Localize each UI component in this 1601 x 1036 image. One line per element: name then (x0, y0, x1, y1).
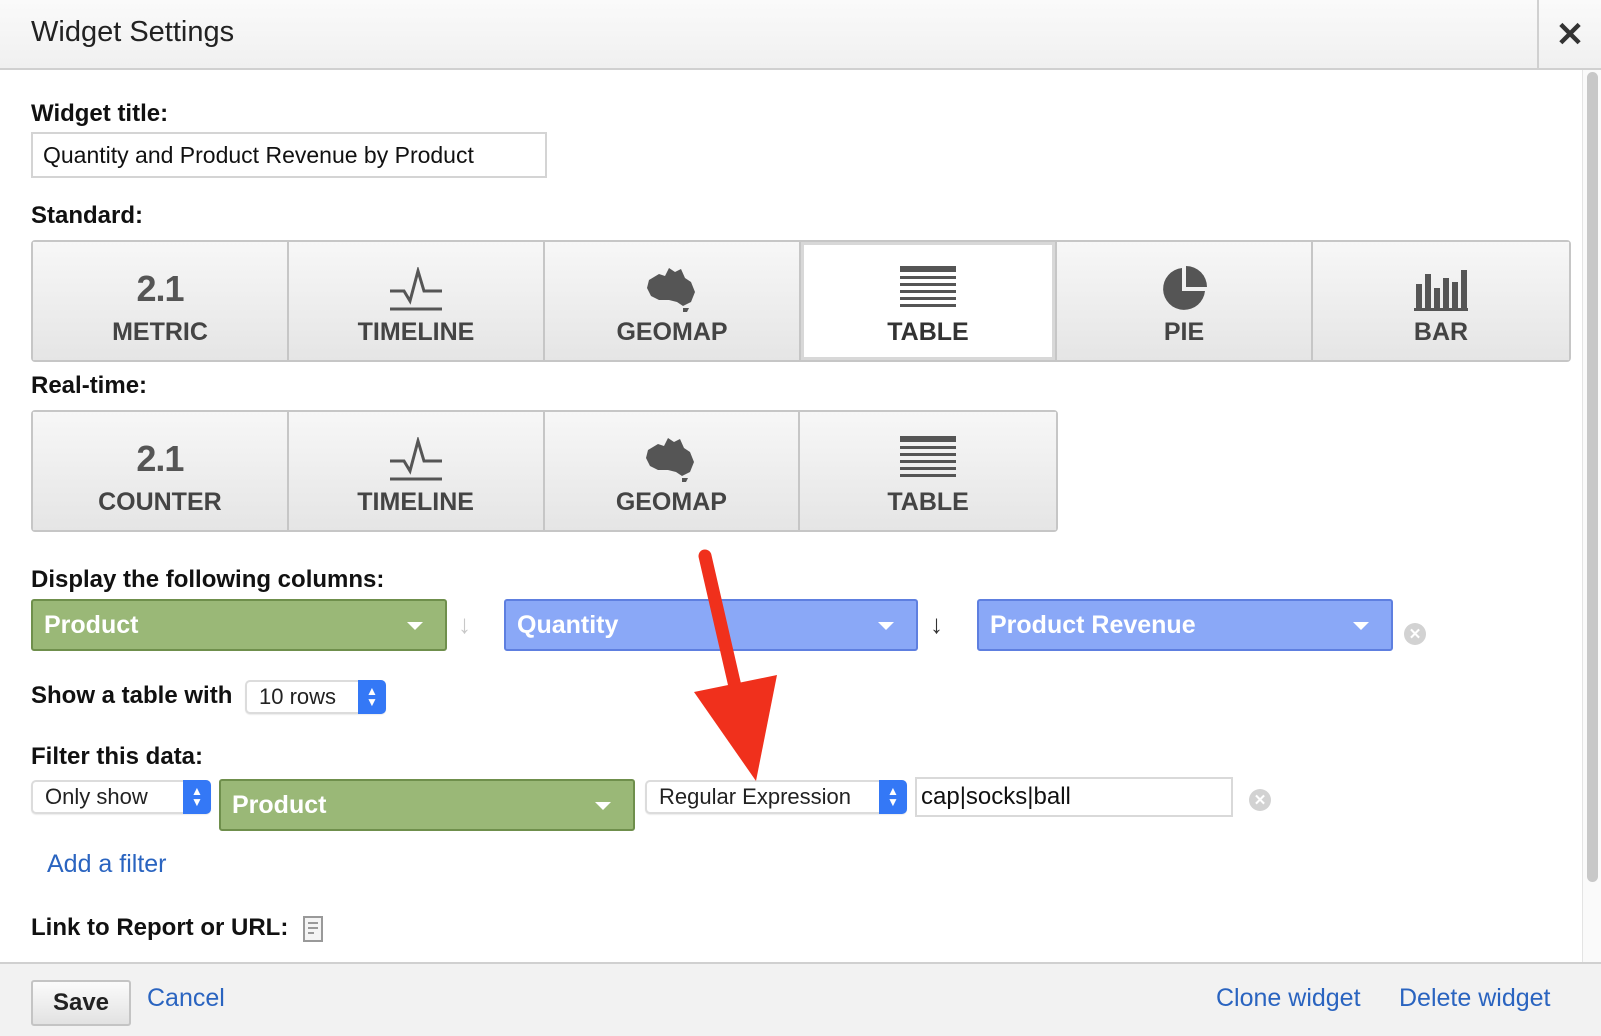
save-button[interactable]: Save (31, 980, 131, 1026)
sort-arrow-icon[interactable]: ↓ (930, 609, 943, 640)
rows-label: Show a table with (31, 682, 233, 709)
tile-standard-metric[interactable]: 2.1 METRIC (33, 242, 289, 360)
tile-label: GEOMAP (615, 488, 727, 516)
scrollbar-thumb[interactable] (1587, 72, 1598, 882)
close-button[interactable]: ✕ (1537, 0, 1601, 70)
filter-mode-value: Only show (45, 784, 148, 809)
dialog-title: Widget Settings (31, 16, 235, 48)
clone-widget-link[interactable]: Clone widget (1216, 984, 1361, 1013)
widget-title-input[interactable] (31, 132, 547, 178)
tile-label: TIMELINE (357, 318, 475, 346)
link-label: Link to Report or URL: (31, 914, 289, 941)
tile-realtime-geomap[interactable]: GEOMAP (544, 412, 801, 530)
filter-match-value: Regular Expression (659, 784, 851, 809)
geomap-icon (647, 268, 695, 312)
dialog-header: Widget Settings ✕ (0, 0, 1601, 70)
tile-realtime-counter[interactable]: 2.1 COUNTER (33, 412, 289, 530)
counter-icon: 2.1 (136, 438, 184, 479)
column-dropdown-quantity[interactable]: Quantity (504, 599, 918, 651)
tile-realtime-table[interactable]: TABLE (800, 412, 1056, 530)
tile-standard-bar[interactable]: BAR (1313, 242, 1569, 360)
filter-value-input[interactable] (915, 777, 1233, 817)
tile-label: PIE (1163, 318, 1205, 346)
column-dropdown-product-revenue[interactable]: Product Revenue (977, 599, 1393, 651)
chevron-down-icon (595, 802, 611, 810)
tile-standard-pie[interactable]: PIE (1057, 242, 1313, 360)
column-label: Product (44, 610, 139, 639)
chevron-down-icon (1353, 622, 1369, 630)
column-label: Quantity (517, 610, 619, 639)
column-dropdown-product[interactable]: Product (31, 599, 447, 651)
table-icon (900, 436, 957, 477)
remove-filter-icon[interactable]: ✕ (1249, 789, 1271, 811)
dialog-body: Widget title: Standard: 2.1 METRIC TIMEL… (0, 70, 1582, 962)
tile-label: GEOMAP (616, 318, 728, 346)
add-filter-link[interactable]: Add a filter (47, 850, 167, 879)
tile-standard-table[interactable]: TABLE (801, 242, 1057, 360)
scrollbar[interactable] (1582, 70, 1601, 962)
geomap-icon (646, 438, 695, 482)
rows-select[interactable]: 10 rows ▲ ▼ (245, 680, 386, 714)
remove-column-icon[interactable]: ✕ (1404, 623, 1426, 645)
select-stepper-icon: ▲ ▼ (183, 780, 211, 814)
select-stepper-icon: ▲ ▼ (879, 780, 907, 814)
filter-label: Filter this data: (31, 743, 204, 770)
tile-standard-geomap[interactable]: GEOMAP (545, 242, 801, 360)
tile-realtime-timeline[interactable]: TIMELINE (288, 412, 545, 530)
filter-dimension-value: Product (232, 790, 327, 819)
filter-mode-select[interactable]: Only show ▲ ▼ (31, 780, 211, 814)
table-icon (900, 266, 956, 307)
timeline-icon (389, 437, 442, 481)
tile-label: TABLE (887, 488, 969, 516)
close-icon: ✕ (1555, 16, 1585, 54)
filter-match-select[interactable]: Regular Expression ▲ ▼ (645, 780, 907, 814)
widget-title-label: Widget title: (31, 100, 169, 127)
columns-label: Display the following columns: (31, 566, 385, 593)
report-icon[interactable] (303, 916, 323, 942)
cancel-link[interactable]: Cancel (147, 984, 225, 1013)
tile-label: TIMELINE (357, 488, 474, 516)
realtime-label: Real-time: (31, 372, 148, 399)
column-label: Product Revenue (990, 610, 1196, 639)
tile-label: BAR (1413, 318, 1469, 346)
dialog-footer: Save Cancel Clone widget Delete widget (0, 962, 1601, 1036)
tile-label: COUNTER (98, 488, 222, 516)
chevron-down-icon (878, 622, 894, 630)
tile-label: TABLE (887, 318, 969, 346)
pie-icon (1163, 266, 1207, 310)
tile-label: METRIC (112, 318, 208, 346)
filter-dimension-dropdown[interactable]: Product (219, 779, 635, 831)
tile-standard-timeline[interactable]: TIMELINE (289, 242, 545, 360)
chevron-down-icon (407, 622, 423, 630)
standard-tiles: 2.1 METRIC TIMELINE GEOMAP TABLE PIE BAR (31, 240, 1571, 362)
timeline-icon (390, 267, 442, 311)
delete-widget-link[interactable]: Delete widget (1399, 984, 1550, 1013)
realtime-tiles: 2.1 COUNTER TIMELINE GEOMAP TABLE (31, 410, 1058, 532)
standard-label: Standard: (31, 202, 144, 229)
select-stepper-icon: ▲ ▼ (358, 680, 386, 714)
sort-arrow-icon[interactable]: ↓ (458, 609, 471, 640)
rows-value: 10 rows (259, 684, 337, 709)
metric-icon: 2.1 (136, 268, 184, 309)
bar-icon (1414, 270, 1468, 311)
